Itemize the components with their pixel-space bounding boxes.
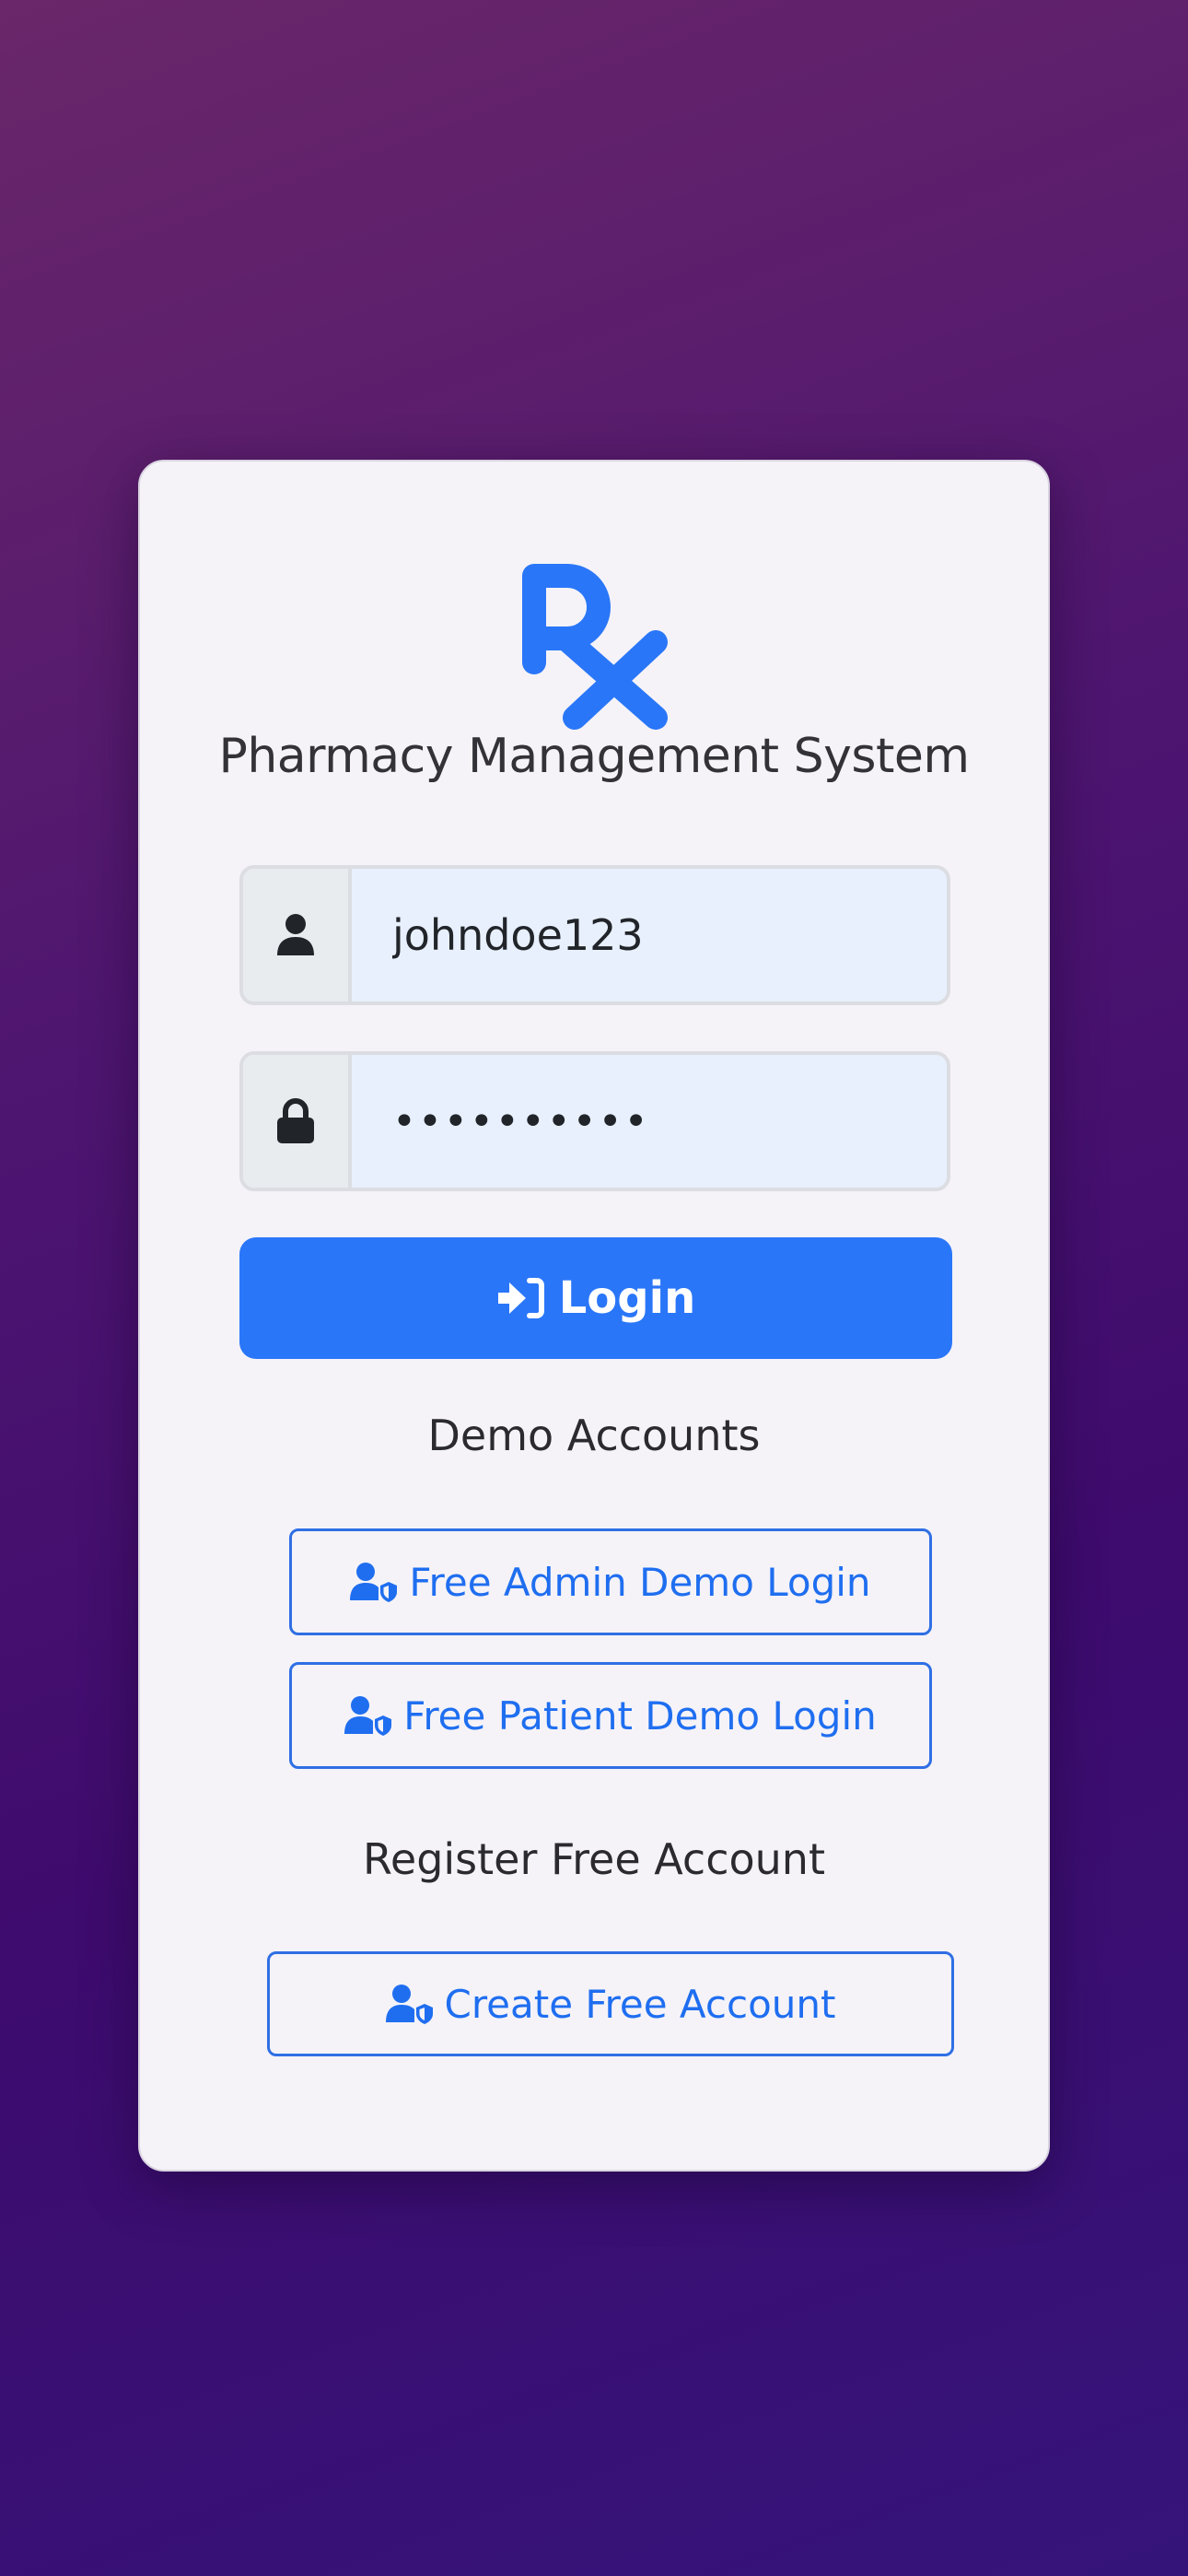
login-button[interactable]: Login (239, 1237, 952, 1359)
username-addon (243, 869, 352, 1001)
admin-demo-login-label: Free Admin Demo Login (409, 1559, 871, 1605)
create-account-label: Create Free Account (444, 1981, 836, 2027)
lock-icon (277, 1098, 314, 1143)
patient-demo-login-button[interactable]: Free Patient Demo Login (289, 1662, 932, 1769)
create-account-button[interactable]: Create Free Account (267, 1951, 954, 2056)
user-icon (277, 914, 314, 955)
page-title: Pharmacy Management System (218, 729, 970, 784)
register-heading: Register Free Account (363, 1834, 825, 1884)
admin-demo-login-button[interactable]: Free Admin Demo Login (289, 1528, 932, 1635)
sign-in-icon (497, 1278, 544, 1318)
demo-accounts-heading: Demo Accounts (427, 1411, 761, 1460)
user-shield-icon (350, 1563, 398, 1602)
login-card: Pharmacy Management System Login Demo Ac… (138, 460, 1050, 2172)
login-button-label: Login (558, 1272, 696, 1324)
password-input[interactable] (352, 1055, 947, 1188)
user-shield-icon (385, 1985, 433, 2024)
user-shield-icon (344, 1696, 392, 1736)
username-input-group (239, 865, 950, 1005)
password-input-group (239, 1051, 950, 1191)
username-input[interactable] (352, 869, 947, 1001)
password-addon (243, 1055, 352, 1188)
patient-demo-login-label: Free Patient Demo Login (403, 1692, 877, 1739)
rx-icon (522, 564, 668, 730)
